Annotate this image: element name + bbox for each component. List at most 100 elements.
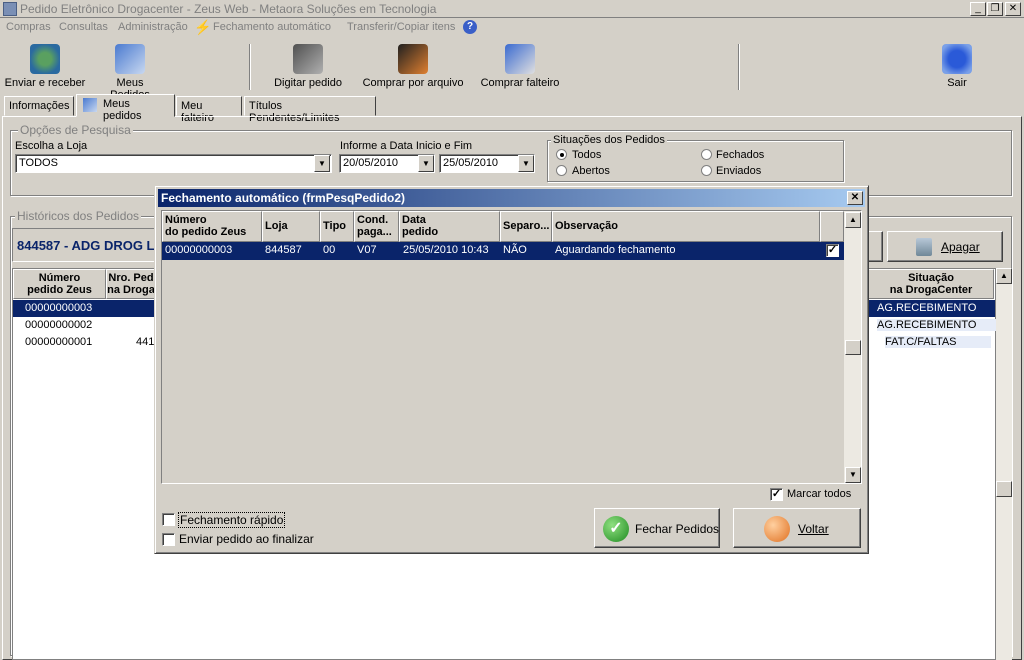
loja-value: TODOS <box>19 157 58 169</box>
dlg-row-numero: 00000000003 <box>165 244 233 256</box>
app-icon <box>3 2 17 16</box>
menu-bar: Compras Consultas Administração ⚡ Fecham… <box>0 18 1024 37</box>
menu-transferir-copiar[interactable]: Transferir/Copiar itens <box>347 21 455 33</box>
radio-todos-label: Todos <box>572 149 602 161</box>
row-situacao: AG.RECEBIMENTO <box>877 319 999 331</box>
dlg-col-numero[interactable]: Número do pedido Zeus <box>162 211 262 242</box>
menu-administracao[interactable]: Administração <box>118 21 188 33</box>
col-nro-header[interactable]: Nro. Ped na Droga <box>106 269 156 299</box>
loja-dropdown-icon[interactable]: ▼ <box>314 155 330 172</box>
radio-todos[interactable] <box>556 149 567 160</box>
dlg-scroll-thumb[interactable] <box>845 340 861 355</box>
menu-fechamento-automatico[interactable]: Fechamento automático <box>213 21 331 33</box>
fechar-pedidos-button[interactable]: ✓ Fechar Pedidos <box>594 508 720 548</box>
keyboard-computer-icon <box>293 44 323 74</box>
dlg-col-cond[interactable]: Cond. paga... <box>354 211 399 242</box>
row-numero: 00000000002 <box>25 319 93 331</box>
sair-label: Sair <box>947 77 967 89</box>
dlg-row-checkbox[interactable]: ✓ <box>826 244 839 257</box>
col-situacao-header[interactable]: Situação na DrogaCenter <box>868 269 994 299</box>
tab-titulos-pendentes[interactable]: Títulos Pendentes/Limites <box>244 96 376 124</box>
radio-fechados[interactable] <box>701 149 712 160</box>
back-arrow-icon <box>764 516 790 542</box>
apagar-button[interactable]: Apagar <box>887 231 1003 262</box>
comprar-arquivo-button[interactable]: Comprar por arquivo <box>362 44 464 89</box>
loja-select[interactable]: TODOS <box>15 154 332 173</box>
minimize-button[interactable]: _ <box>970 2 986 16</box>
radio-abertos-label: Abertos <box>572 165 610 177</box>
dlg-col-tipo[interactable]: Tipo <box>320 211 354 242</box>
data-fim-dropdown-icon[interactable]: ▼ <box>518 155 534 172</box>
help-icon[interactable]: ? <box>463 20 477 34</box>
fechamento-dialog: Fechamento automático (frmPesqPedido2) ✕… <box>154 185 869 554</box>
radio-enviados[interactable] <box>701 165 712 176</box>
dialog-title: Fechamento automático (frmPesqPedido2) <box>161 191 406 205</box>
dlg-col-separo[interactable]: Separo... <box>500 211 552 242</box>
enviar-finalizar-checkbox[interactable] <box>162 533 175 546</box>
sair-button[interactable]: Sair <box>940 44 974 89</box>
radio-abertos[interactable] <box>556 165 567 176</box>
exit-icon <box>942 44 972 74</box>
orders-icon <box>115 44 145 74</box>
scroll-thumb[interactable] <box>996 481 1012 497</box>
dlg-scroll-up-icon[interactable]: ▲ <box>845 212 861 228</box>
fechar-pedidos-label: Fechar Pedidos <box>635 522 720 536</box>
dlg-col-obs[interactable]: Observação <box>552 211 820 242</box>
enviar-finalizar-label: Enviar pedido ao finalizar <box>179 532 314 546</box>
digitar-pedido-label: Digitar pedido <box>274 77 342 89</box>
dlg-col-check[interactable] <box>820 211 844 242</box>
toolbar: Enviar e receber Meus Pedidos Digitar pe… <box>0 38 1024 101</box>
menu-compras[interactable]: Compras <box>6 21 51 33</box>
data-inicio-dropdown-icon[interactable]: ▼ <box>418 155 434 172</box>
row-numero: 00000000003 <box>25 302 93 314</box>
marcar-todos-checkbox[interactable]: ✓ <box>770 488 783 501</box>
search-options-legend: Opções de Pesquisa <box>18 123 133 137</box>
dlg-col-data[interactable]: Data pedido <box>399 211 500 242</box>
dlg-scroll-down-icon[interactable]: ▼ <box>845 467 861 483</box>
comprar-arquivo-label: Comprar por arquivo <box>362 77 464 89</box>
window-title: Pedido Eletrônico Drogacenter - Zeus Web… <box>20 2 437 16</box>
dlg-col-loja[interactable]: Loja <box>262 211 320 242</box>
historicos-scrollbar[interactable] <box>996 268 1012 660</box>
situacoes-legend: Situações dos Pedidos <box>551 134 667 146</box>
dialog-close-icon[interactable]: ✕ <box>847 191 863 205</box>
fechamento-rapido-label: Fechamento rápido <box>178 512 286 528</box>
checkmark-icon: ✓ <box>603 516 629 542</box>
data-fim-value: 25/05/2010 <box>443 157 499 169</box>
scroll-up-icon[interactable]: ▲ <box>996 268 1012 284</box>
enviar-receber-label: Enviar e receber <box>4 77 86 89</box>
digitar-pedido-button[interactable]: Digitar pedido <box>274 44 342 89</box>
radio-enviados-label: Enviados <box>716 165 762 177</box>
table-row[interactable]: 00000000003 844587 00 V07 25/05/2010 10:… <box>162 242 844 260</box>
loja-label: Escolha a Loja <box>15 140 88 152</box>
tab-meu-falteiro[interactable]: Meu falteiro <box>176 96 242 124</box>
list-icon <box>505 44 535 74</box>
close-window-button[interactable]: ✕ <box>1005 2 1021 16</box>
maximize-button[interactable]: ❐ <box>987 2 1003 16</box>
data-inicio-value: 20/05/2010 <box>343 157 399 169</box>
dlg-row-obs: Aguardando fechamento <box>555 244 676 256</box>
dlg-row-tipo: 00 <box>323 244 336 256</box>
comprar-falteiro-button[interactable]: Comprar falteiro <box>480 44 560 89</box>
title-bar: Pedido Eletrônico Drogacenter - Zeus Web… <box>0 0 1024 18</box>
globe-icon <box>30 44 60 74</box>
voltar-button[interactable]: Voltar <box>733 508 861 548</box>
meus-pedidos-button[interactable]: Meus Pedidos <box>96 44 164 101</box>
lightning-icon: ⚡ <box>194 19 212 35</box>
dlg-row-separo: NÃO <box>503 244 527 256</box>
tab-informacoes[interactable]: Informações <box>4 96 74 116</box>
dialog-title-bar: Fechamento automático (frmPesqPedido2) <box>158 189 865 207</box>
enviar-receber-button[interactable]: Enviar e receber <box>4 44 86 89</box>
data-label: Informe a Data Inicio e Fim <box>340 140 473 152</box>
fechamento-rapido-checkbox[interactable] <box>162 513 175 526</box>
voltar-label: Voltar <box>798 522 829 536</box>
row-situacao: AG.RECEBIMENTO <box>877 302 977 314</box>
dlg-row-data: 25/05/2010 10:43 <box>403 244 489 256</box>
col-numero-header[interactable]: Número pedido Zeus <box>13 269 106 299</box>
toolbar-separator-right <box>738 44 740 90</box>
store-banner-text: 844587 - ADG DROG L <box>17 238 155 253</box>
file-terminal-icon <box>398 44 428 74</box>
menu-consultas[interactable]: Consultas <box>59 21 108 33</box>
tab-meus-pedidos[interactable]: Meus pedidos <box>76 94 175 122</box>
row-situacao: FAT.C/FALTAS <box>885 336 991 348</box>
